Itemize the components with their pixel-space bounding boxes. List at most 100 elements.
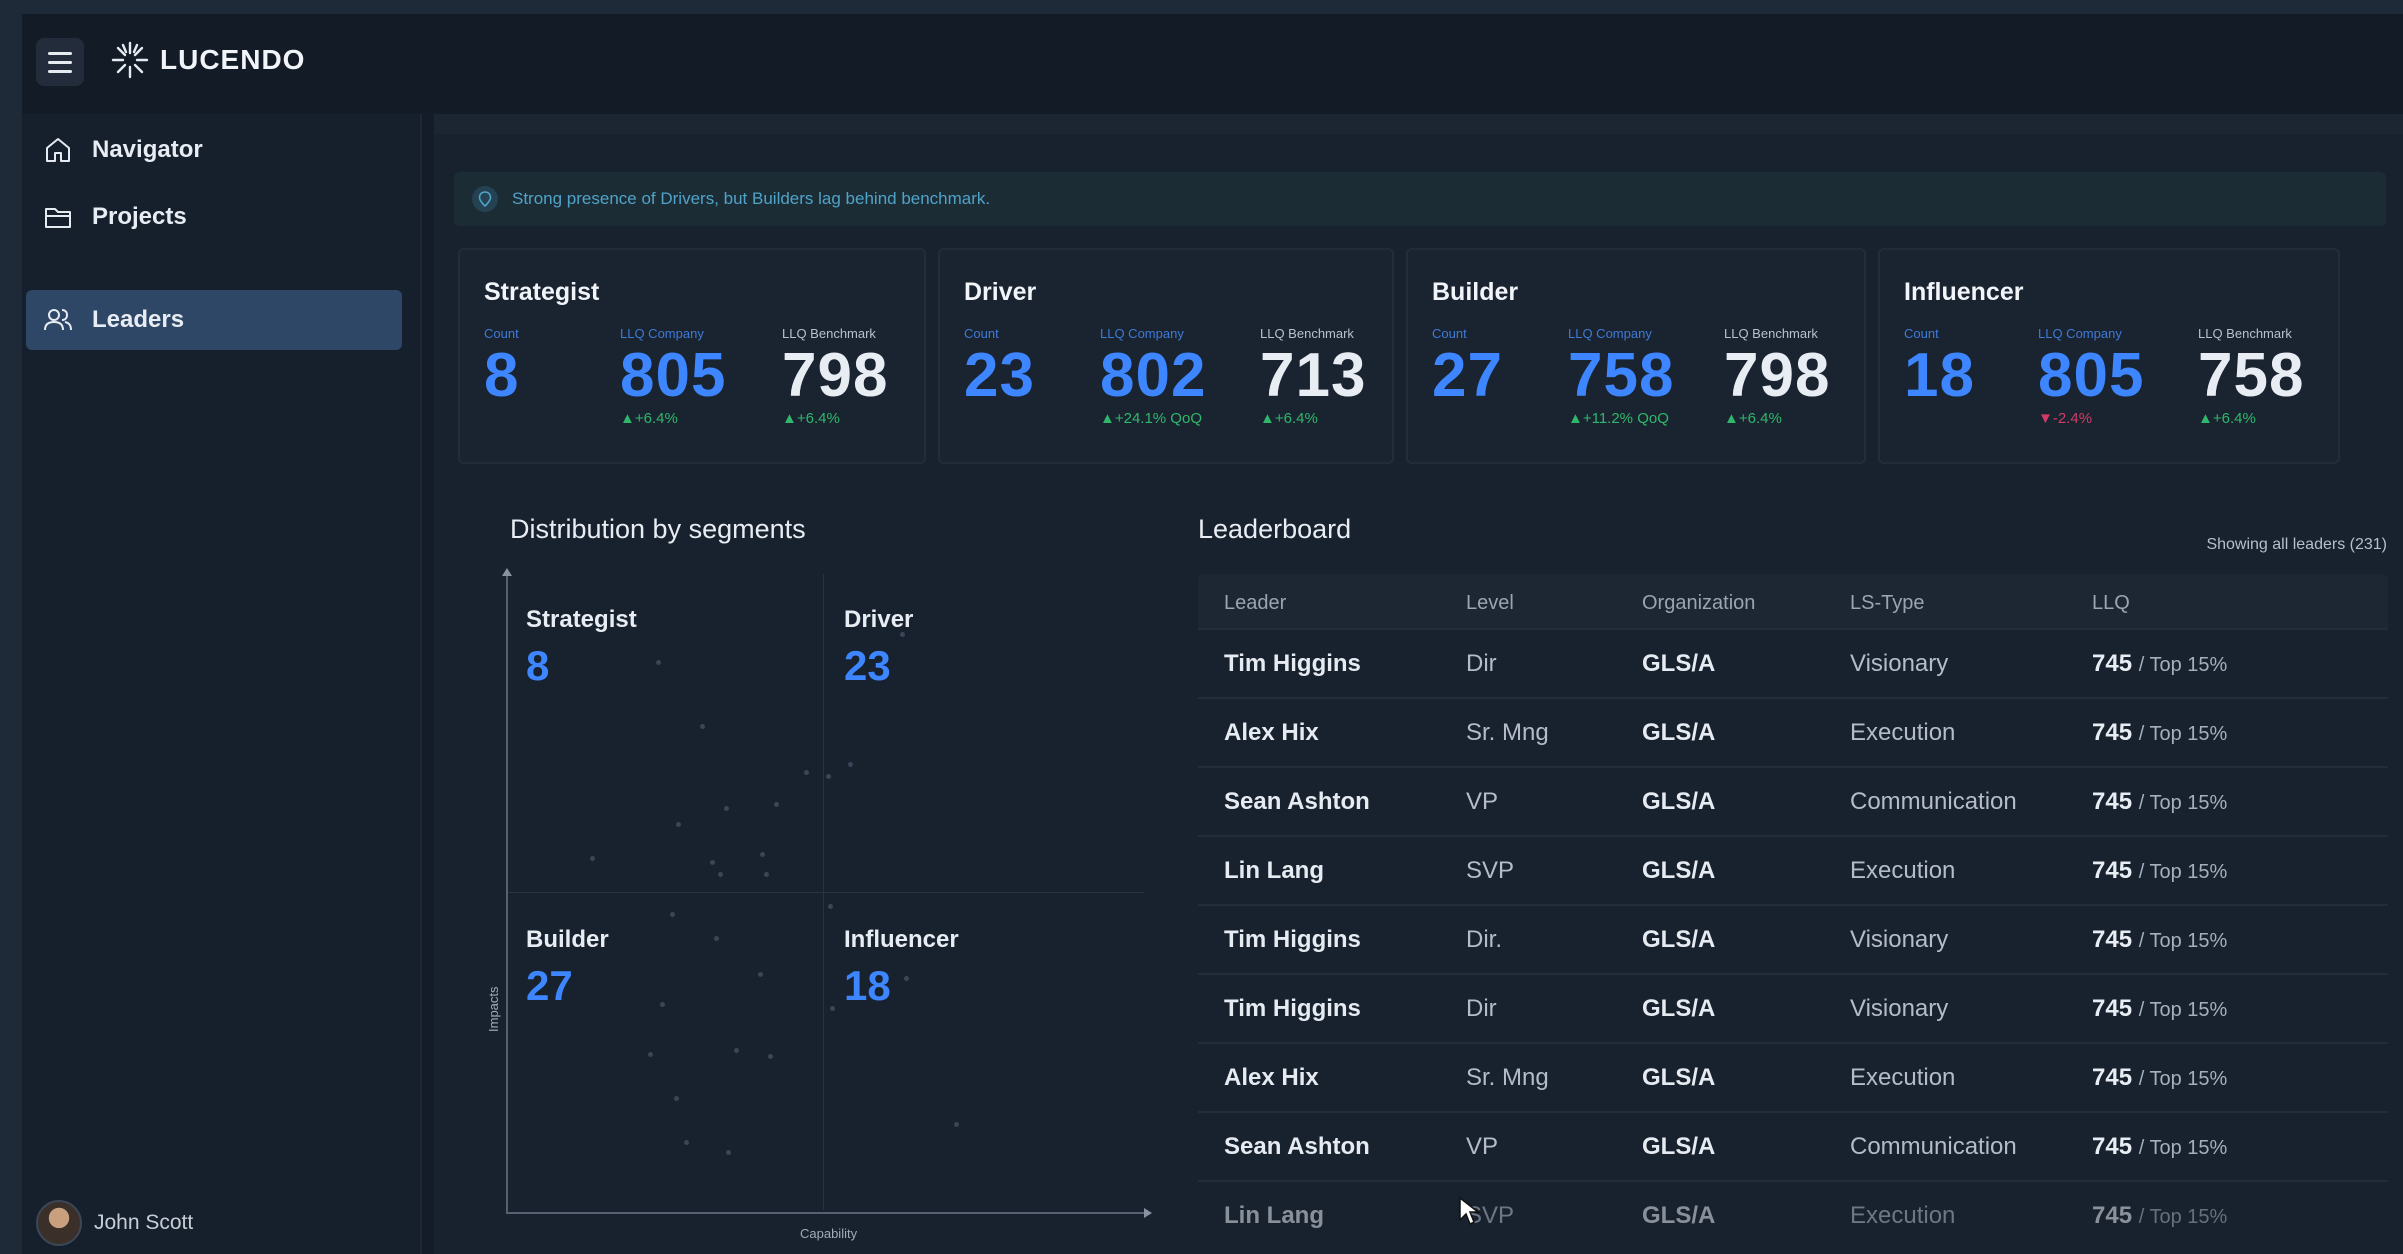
quadrant-count-driver: 23 (844, 642, 891, 689)
x-axis (506, 1212, 1146, 1214)
scatter-dot (724, 806, 729, 811)
sidebar: Navigator Projects Leaders John Scott (22, 114, 422, 1254)
cell-ls-type: Execution (1850, 1064, 1956, 1091)
cell-ls-type: Communication (1850, 1133, 2017, 1160)
column-header-organization[interactable]: Organization (1642, 592, 1755, 615)
cell-ls-type: Visionary (1850, 926, 1949, 953)
llq-rank: / Top 15% (2138, 792, 2228, 814)
count-metric: Count 23 (964, 326, 1035, 408)
llq-score: 745 (2092, 788, 2133, 815)
table-row[interactable]: Sean Ashton VP GLS/A Communication 745 / Top… (1198, 766, 2388, 834)
card-driver[interactable]: Driver Count 23 LLQ Company 802 ▲+24.1% … (938, 248, 1394, 464)
count-label: Count (1432, 326, 1467, 341)
company-label: LLQ Company (1568, 326, 1652, 341)
llq-score: 745 (2092, 995, 2133, 1022)
benchmark-value: 798 (1724, 341, 1831, 410)
company-delta: ▲+11.2% QoQ (1568, 410, 1669, 428)
company-value: 802 (1100, 341, 1207, 410)
scatter-dot (826, 774, 831, 779)
table-row[interactable]: Tim Higgins Dir GLS/A Visionary 745 / Top 15… (1198, 973, 2388, 1041)
table-row[interactable]: Sean Ashton VP GLS/A Communication 745 / Top… (1198, 1111, 2388, 1179)
company-value: 805 (2038, 341, 2145, 410)
cell-leader[interactable]: Lin Lang (1224, 857, 1324, 885)
column-header-leader[interactable]: Leader (1224, 592, 1286, 615)
table-row[interactable]: Alex Hix Sr. Mng GLS/A Execution 745 / Top 1… (1198, 697, 2388, 765)
cell-leader[interactable]: Tim Higgins (1224, 650, 1361, 678)
sidebar-item-projects[interactable]: Projects (26, 187, 402, 247)
count-value: 23 (964, 341, 1035, 410)
benchmark-delta: ▲+6.4% (1724, 410, 1782, 428)
scatter-dot (764, 872, 769, 877)
cell-leader[interactable]: Sean Ashton (1224, 788, 1370, 816)
cell-llq: 745 / Top 15% (2092, 995, 2227, 1023)
table-header: Leader Level Organization LS-Type LLQ (1198, 574, 2388, 628)
x-axis-arrow (1144, 1208, 1152, 1218)
cell-level: Sr. Mng (1466, 719, 1549, 746)
x-axis-label: Capability (800, 1226, 858, 1241)
count-value: 8 (484, 341, 520, 410)
column-header-llq[interactable]: LLQ (2092, 592, 2130, 615)
cell-organization: GLS/A (1642, 1202, 1716, 1229)
benchmark-delta: ▲+6.4% (2198, 410, 2256, 428)
leaderboard-title: Leaderboard (1198, 514, 1352, 544)
cell-organization: GLS/A (1642, 1064, 1716, 1091)
table-row[interactable]: Tim Higgins Dir GLS/A Visionary 745 / Top 15… (1198, 628, 2388, 696)
table-row[interactable]: Lin Lang SVP GLS/A Execution 745 / Top 15% (1198, 835, 2388, 903)
count-label: Count (1904, 326, 1939, 341)
column-header-level[interactable]: Level (1466, 592, 1514, 615)
cell-llq: 745 / Top 15% (2092, 719, 2227, 747)
user-profile[interactable]: John Scott (36, 1200, 193, 1246)
card-title: Builder (1432, 278, 1519, 306)
llq-score: 745 (2092, 1133, 2133, 1160)
cell-leader[interactable]: Lin Lang (1224, 1202, 1324, 1230)
llq-score: 745 (2092, 1202, 2133, 1229)
user-name: John Scott (94, 1211, 194, 1234)
benchmark-metric: LLQ Benchmark 798 ▲+6.4% (782, 326, 888, 427)
cell-level: Dir (1466, 650, 1497, 677)
benchmark-metric: LLQ Benchmark 713 ▲+6.4% (1260, 326, 1366, 427)
cell-leader[interactable]: Sean Ashton (1224, 1133, 1370, 1161)
y-axis-label: Impacts (486, 986, 501, 1032)
count-value: 27 (1432, 341, 1503, 410)
benchmark-value: 798 (782, 341, 889, 410)
hamburger-menu-button[interactable] (36, 38, 84, 86)
scatter-dot (734, 1048, 739, 1053)
y-axis (506, 574, 508, 1214)
table-row[interactable]: Lin Lang SVP GLS/A Execution 745 / Top 15% (1198, 1180, 2388, 1248)
scatter-dot (590, 856, 595, 861)
table-row[interactable]: Alex Hix Sr. Mng GLS/A Execution 745 / Top 1… (1198, 1042, 2388, 1110)
cell-leader[interactable]: Tim Higgins (1224, 926, 1361, 954)
company-metric: LLQ Company 758 ▲+11.2% QoQ (1568, 326, 1674, 427)
company-label: LLQ Company (1100, 326, 1184, 341)
benchmark-metric: LLQ Benchmark 758 ▲+6.4% (2198, 326, 2304, 427)
card-influencer[interactable]: Influencer Count 18 LLQ Company 805 ▼-2.… (1878, 248, 2340, 464)
count-metric: Count 18 (1904, 326, 1975, 408)
app-logo[interactable]: LUCENDO (110, 40, 305, 80)
cell-llq: 745 / Top 15% (2092, 650, 2227, 678)
header-strip (434, 114, 2403, 134)
cell-organization: GLS/A (1642, 857, 1716, 884)
top-bar: LUCENDO (22, 14, 2403, 114)
card-title: Strategist (484, 278, 600, 306)
sidebar-item-navigator[interactable]: Navigator (26, 120, 402, 180)
benchmark-label: LLQ Benchmark (1724, 326, 1818, 341)
quadrant-label-strategist: Strategist (526, 606, 637, 633)
card-strategist[interactable]: Strategist Count 8 LLQ Company 805 ▲+6.4… (458, 248, 926, 464)
llq-rank: / Top 15% (2138, 654, 2228, 676)
cell-ls-type: Visionary (1850, 995, 1949, 1022)
card-builder[interactable]: Builder Count 27 LLQ Company 758 ▲+11.2%… (1406, 248, 1866, 464)
llq-score: 745 (2092, 857, 2133, 884)
benchmark-label: LLQ Benchmark (2198, 326, 2292, 341)
cell-leader[interactable]: Alex Hix (1224, 719, 1319, 747)
sidebar-item-leaders[interactable]: Leaders (26, 290, 402, 350)
scatter-dot (904, 976, 909, 981)
table-row[interactable]: Tim Higgins Dir. GLS/A Visionary 745 / Top 1… (1198, 904, 2388, 972)
scatter-dot (714, 936, 719, 941)
segment-quadrant-chart: Strategist 8 Driver 23 Builder 27 Influe… (486, 568, 1178, 1241)
llq-rank: / Top 15% (2138, 1206, 2228, 1228)
cell-leader[interactable]: Alex Hix (1224, 1064, 1319, 1092)
cell-leader[interactable]: Tim Higgins (1224, 995, 1361, 1023)
count-value: 18 (1904, 341, 1975, 410)
column-header-ls-type[interactable]: LS-Type (1850, 592, 1924, 615)
scatter-dot (710, 860, 715, 865)
